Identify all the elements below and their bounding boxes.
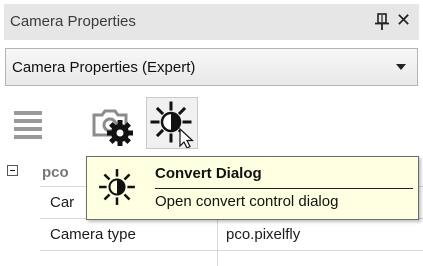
property-key: Car (50, 194, 75, 211)
property-view-dropdown[interactable]: Camera Properties (Expert) (5, 48, 418, 86)
tooltip-description: Open convert control dialog (155, 193, 339, 210)
property-group-label: pco (42, 164, 69, 181)
pin-icon[interactable] (373, 12, 391, 32)
camera-settings-icon (92, 109, 133, 146)
chevron-down-icon[interactable] (396, 64, 406, 70)
tooltip-title: Convert Dialog (155, 165, 262, 182)
collapse-icon[interactable] (7, 165, 18, 176)
camera-properties-panel: Camera Properties ✕ Camera Properties (E… (0, 0, 423, 266)
toolbar (0, 90, 423, 156)
tooltip-divider (155, 188, 413, 189)
convert-dialog-button[interactable] (146, 97, 198, 149)
property-key: Camera type (50, 226, 136, 243)
list-icon (14, 111, 42, 139)
tooltip: Convert Dialog Open convert control dial… (86, 156, 419, 220)
close-icon[interactable]: ✕ (396, 10, 411, 31)
list-view-button[interactable] (2, 97, 54, 149)
brightness-contrast-icon (99, 169, 135, 205)
panel-titlebar: Camera Properties ✕ (4, 4, 419, 40)
property-row[interactable]: Camera type pco.pixelfly (40, 219, 423, 251)
camera-settings-button[interactable] (86, 97, 138, 149)
dropdown-selected-value: Camera Properties (Expert) (12, 59, 196, 76)
brightness-contrast-icon (150, 101, 195, 149)
property-value[interactable]: pco.pixelfly (226, 226, 300, 243)
panel-title: Camera Properties (10, 13, 136, 30)
